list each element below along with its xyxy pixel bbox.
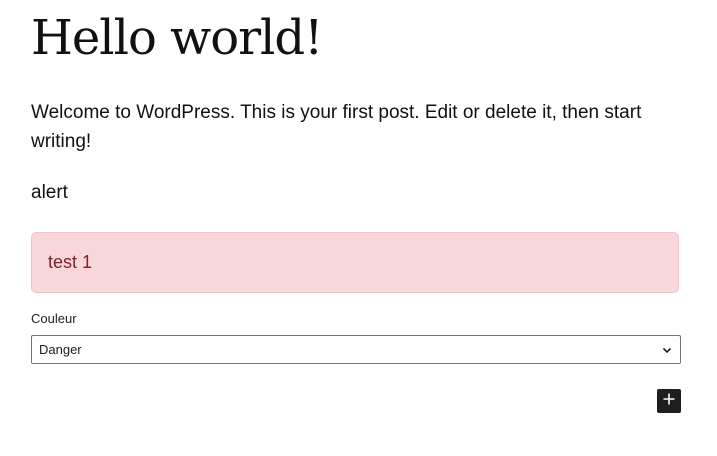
post-paragraph[interactable]: Welcome to WordPress. This is your first… [31,98,671,156]
chevron-down-icon [660,343,674,357]
plus-icon [662,392,676,411]
block-editor-canvas: Hello world! Welcome to WordPress. This … [0,0,717,456]
color-select-value: Danger [39,342,82,357]
post-title[interactable]: Hello world! [31,10,323,68]
alert-message[interactable]: test 1 [48,252,92,273]
alert-box[interactable]: test 1 [31,232,679,293]
color-select-label: Couleur [31,311,77,326]
alert-block-label: alert [31,182,68,203]
add-block-button[interactable] [657,389,681,413]
color-select[interactable]: Danger [31,335,681,364]
